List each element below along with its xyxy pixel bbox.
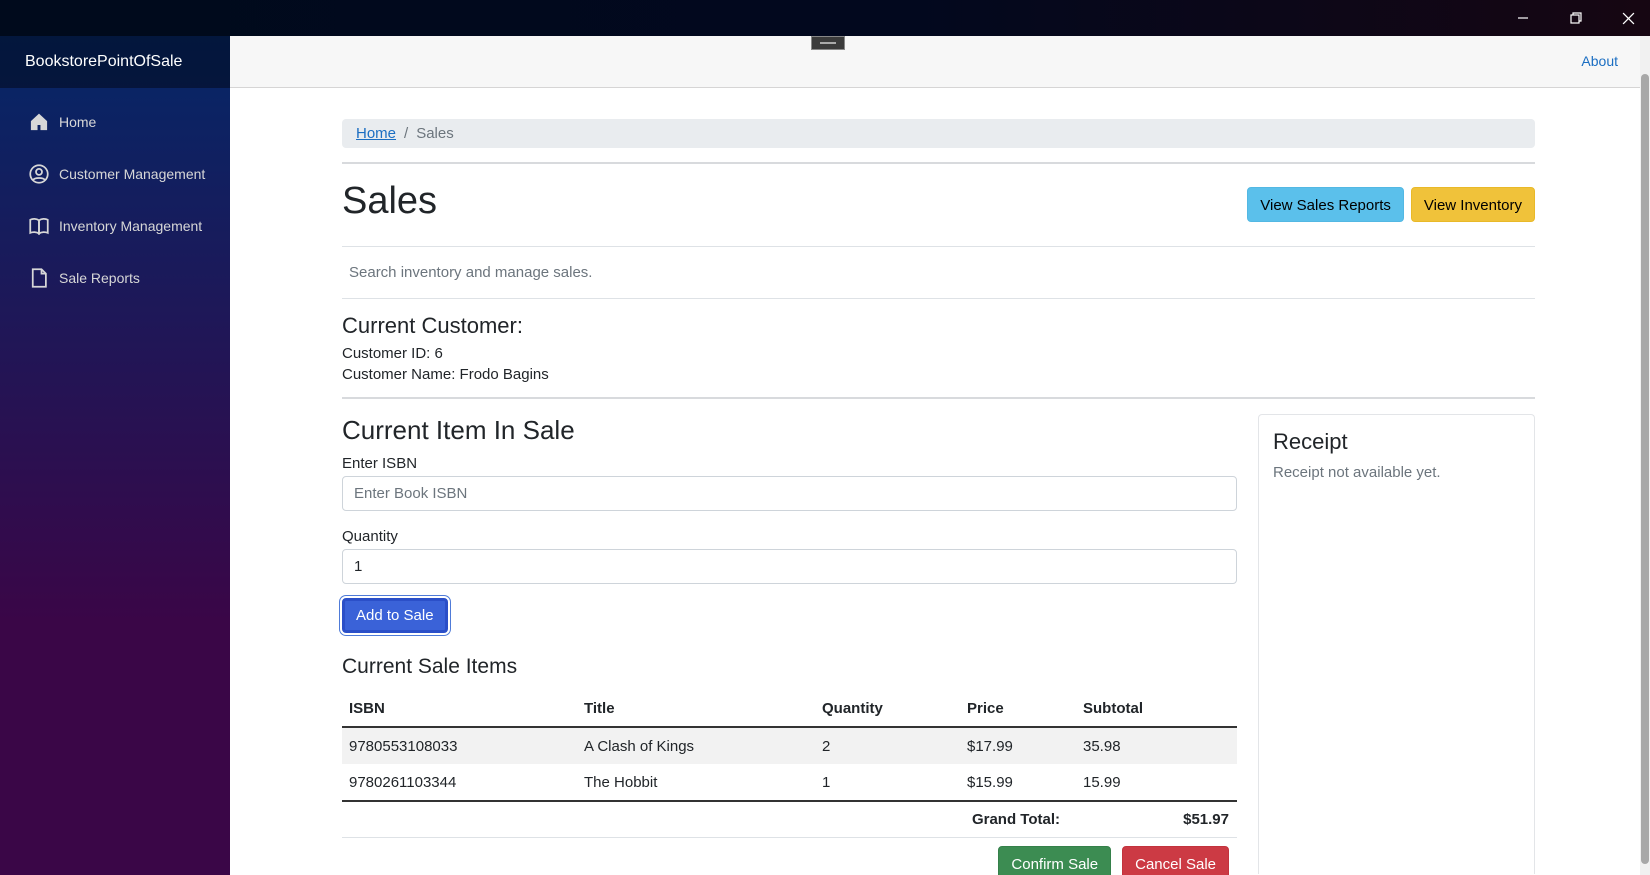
view-sales-reports-button[interactable]: View Sales Reports <box>1247 187 1404 222</box>
sidebar-item-label: Customer Management <box>59 166 206 182</box>
app-brand[interactable]: BookstorePointOfSale <box>25 53 182 71</box>
main-content: Home / Sales Sales View Sales Reports Vi… <box>340 88 1535 875</box>
view-inventory-button[interactable]: View Inventory <box>1410 187 1535 222</box>
breadcrumb: Home / Sales <box>342 119 1535 148</box>
receipt-card: Receipt Receipt not available yet. <box>1258 414 1535 874</box>
brand-bar: BookstorePointOfSale <box>0 36 230 88</box>
sidebar-item-sale-reports[interactable]: Sale Reports <box>0 252 230 304</box>
customer-id: Customer ID: 6 <box>342 345 443 362</box>
column-header-price: Price <box>960 691 1076 728</box>
column-header-subtotal: Subtotal <box>1076 691 1237 728</box>
table-header-row: ISBN Title Quantity Price Subtotal <box>342 691 1237 728</box>
file-icon <box>28 267 50 289</box>
quantity-input[interactable] <box>342 549 1237 584</box>
page-subtitle: Search inventory and manage sales. <box>342 246 1535 299</box>
current-item-heading: Current Item In Sale <box>342 415 575 445</box>
top-row: About <box>230 36 1640 88</box>
cell-isbn: 9780261103344 <box>342 764 577 802</box>
cell-quantity: 1 <box>815 764 960 802</box>
receipt-status: Receipt not available yet. <box>1273 464 1441 481</box>
current-customer-heading: Current Customer: <box>342 313 523 338</box>
cell-subtotal: 35.98 <box>1076 727 1237 764</box>
table-row[interactable]: 9780261103344 The Hobbit 1 $15.99 15.99 <box>342 764 1237 802</box>
action-buttons: Confirm Sale Cancel Sale <box>998 845 1229 875</box>
sidebar-item-label: Sale Reports <box>59 270 140 286</box>
book-icon <box>28 215 50 237</box>
cell-isbn: 9780553108033 <box>342 727 577 764</box>
cell-title: A Clash of Kings <box>577 727 815 764</box>
column-header-quantity: Quantity <box>815 691 960 728</box>
grand-total-value: $51.97 <box>1076 801 1237 838</box>
scrollbar[interactable] <box>1640 36 1650 875</box>
add-to-sale-button[interactable]: Add to Sale <box>340 596 450 635</box>
sidebar-nav: Home Customer Management Inventory Manag… <box>0 88 230 304</box>
cell-quantity: 2 <box>815 727 960 764</box>
restore-icon[interactable] <box>1550 0 1602 36</box>
page-title: Sales <box>342 180 438 222</box>
current-sale-items-heading: Current Sale Items <box>342 655 518 678</box>
confirm-sale-button[interactable]: Confirm Sale <box>998 845 1112 875</box>
window-titlebar <box>0 0 1650 36</box>
cancel-sale-button[interactable]: Cancel Sale <box>1122 845 1229 875</box>
breadcrumb-home-link[interactable]: Home <box>356 125 396 142</box>
breadcrumb-separator: / <box>404 125 409 142</box>
user-circle-icon <box>28 163 50 185</box>
grand-total-label: Grand Total: <box>342 801 1076 838</box>
isbn-label: Enter ISBN <box>342 455 418 472</box>
title-row: Sales View Sales Reports View Inventory <box>342 164 1535 246</box>
table-row[interactable]: 9780553108033 A Clash of Kings 2 $17.99 … <box>342 727 1237 764</box>
grand-total-row: Grand Total: $51.97 <box>342 801 1237 838</box>
cell-subtotal: 15.99 <box>1076 764 1237 802</box>
sale-items-table: ISBN Title Quantity Price Subtotal 97805… <box>342 691 1237 838</box>
about-link[interactable]: About <box>1581 53 1618 69</box>
title-buttons: View Sales Reports View Inventory <box>1247 187 1535 222</box>
column-header-title: Title <box>577 691 815 728</box>
sidebar-item-label: Home <box>59 114 97 130</box>
column-header-isbn: ISBN <box>342 691 577 728</box>
quantity-label: Quantity <box>342 528 398 545</box>
sidebar-item-inventory-management[interactable]: Inventory Management <box>0 200 230 252</box>
cell-price: $17.99 <box>960 727 1076 764</box>
close-icon[interactable] <box>1602 0 1650 36</box>
action-row: Confirm Sale Cancel Sale <box>342 845 1237 875</box>
receipt-title: Receipt <box>1273 429 1348 454</box>
drag-handle[interactable] <box>811 36 845 50</box>
sale-form-column: Current Item In Sale Enter ISBN Quantity… <box>340 399 1237 875</box>
customer-name: Customer Name: Frodo Bagins <box>342 366 549 383</box>
sidebar-item-home[interactable]: Home <box>0 96 230 148</box>
scrollbar-thumb[interactable] <box>1641 74 1649 864</box>
sidebar-item-label: Inventory Management <box>59 218 203 234</box>
breadcrumb-current: Sales <box>416 125 454 142</box>
home-icon <box>28 111 50 133</box>
sidebar-item-customer-management[interactable]: Customer Management <box>0 148 230 200</box>
minimize-icon[interactable] <box>1497 0 1549 36</box>
cell-price: $15.99 <box>960 764 1076 802</box>
cell-title: The Hobbit <box>577 764 815 802</box>
isbn-input[interactable] <box>342 476 1237 511</box>
sidebar: BookstorePointOfSale Home Customer Manag… <box>0 36 230 875</box>
